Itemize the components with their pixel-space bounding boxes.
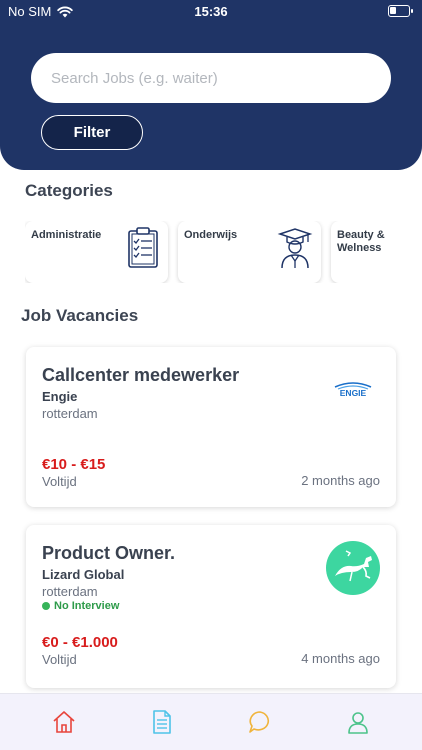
bottom-nav: [0, 693, 422, 750]
engie-logo: ENGIE: [334, 382, 372, 398]
category-label: Onderwijs: [184, 229, 238, 241]
job-title: Callcenter medewerker: [42, 365, 240, 385]
filter-button[interactable]: Filter: [41, 115, 143, 150]
category-card-onderwijs[interactable]: Onderwijs: [178, 221, 321, 283]
job-salary: €10 - €15: [42, 456, 106, 473]
chat-bubble-icon[interactable]: [247, 709, 273, 735]
status-time: 15:36: [194, 4, 228, 19]
battery-level: [390, 7, 396, 14]
job-card-product-owner[interactable]: Product Owner. Lizard Global rotterdam N…: [26, 525, 396, 688]
user-icon[interactable]: [345, 709, 371, 735]
job-card-callcenter[interactable]: Callcenter medewerker Engie rotterdam EN…: [26, 347, 396, 507]
job-posted-time: 4 months ago: [301, 651, 380, 666]
home-icon[interactable]: [51, 709, 77, 735]
job-title: Product Owner.: [42, 543, 176, 563]
no-interview-badge: No Interview: [42, 600, 119, 612]
category-label: Beauty & Welness: [337, 229, 385, 254]
job-company: Lizard Global: [42, 567, 125, 582]
svg-text:ENGIE: ENGIE: [340, 388, 367, 398]
category-label: Administratie: [31, 229, 102, 241]
job-city: rotterdam: [42, 584, 98, 599]
job-type: Voltijd: [42, 652, 77, 667]
job-company: Engie: [42, 389, 78, 404]
categories-title: Categories: [25, 181, 113, 200]
category-card-beauty-welness[interactable]: Beauty & Welness: [331, 221, 422, 283]
graduate-icon: [277, 228, 313, 269]
status-bar: No SIM 15:36: [0, 0, 422, 24]
green-dot-icon: [42, 602, 50, 610]
search-bar[interactable]: [31, 53, 391, 103]
battery-icon: [388, 5, 413, 17]
job-salary: €0 - €1.000: [42, 634, 118, 651]
header: No SIM 15:36 Filter: [0, 0, 422, 170]
document-icon[interactable]: [149, 709, 175, 735]
lizard-global-logo: [326, 541, 380, 595]
badge-label: No Interview: [54, 600, 120, 612]
job-vacancies-title: Job Vacancies: [21, 306, 139, 325]
job-city: rotterdam: [42, 406, 98, 421]
categories-carousel[interactable]: Administratie Onderwijs Beauty & Welness: [25, 221, 422, 283]
clipboard-checklist-icon: [128, 227, 158, 268]
category-card-administratie[interactable]: Administratie: [25, 221, 168, 283]
job-type: Voltijd: [42, 474, 77, 489]
job-posted-time: 2 months ago: [301, 473, 380, 488]
search-input[interactable]: [31, 53, 391, 103]
